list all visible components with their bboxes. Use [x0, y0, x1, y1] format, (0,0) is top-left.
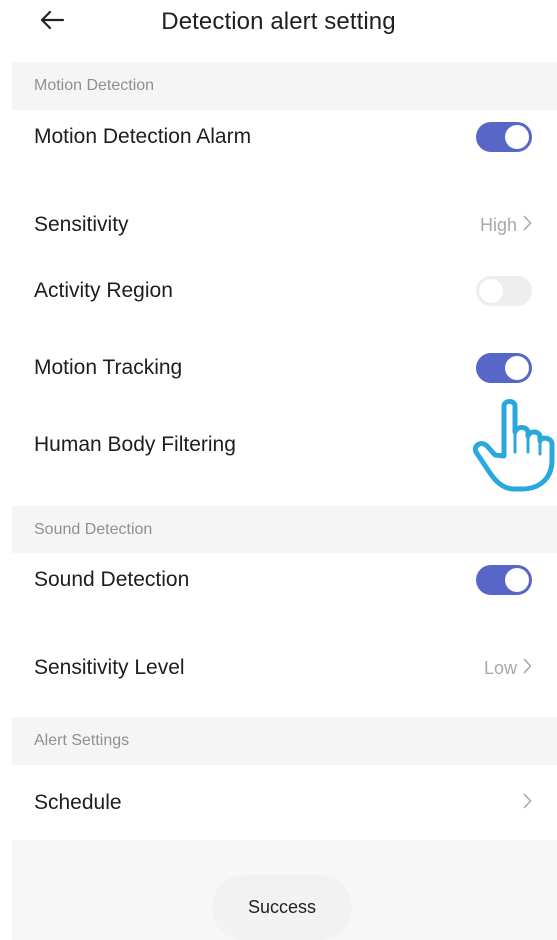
sensitivity-row[interactable]: Sensitivity High — [12, 198, 557, 252]
schedule-link[interactable] — [523, 793, 532, 814]
sound-detection-label: Sound Detection — [34, 568, 190, 591]
motion-detection-alarm-row: Motion Detection Alarm — [12, 110, 557, 164]
sound-detection-toggle[interactable] — [476, 565, 532, 595]
sensitivity-level-row[interactable]: Sensitivity Level Low — [12, 641, 557, 695]
header-bar: Detection alert setting — [0, 0, 557, 58]
activity-region-label: Activity Region — [34, 279, 173, 302]
activity-region-row: Activity Region — [12, 264, 557, 318]
page-title: Detection alert setting — [161, 8, 396, 35]
sensitivity-level-value-link[interactable]: Low — [484, 658, 532, 679]
sensitivity-value-link[interactable]: High — [480, 215, 532, 236]
activity-region-toggle[interactable] — [476, 276, 532, 306]
success-toast: Success — [212, 875, 352, 940]
schedule-row[interactable]: Schedule — [12, 776, 557, 830]
sensitivity-value: High — [479, 214, 517, 235]
chevron-right-icon — [523, 658, 532, 679]
human-body-filtering-label: Human Body Filtering — [34, 433, 236, 456]
toggle-knob — [505, 568, 529, 592]
section-header-sound-detection: Sound Detection — [12, 506, 557, 554]
sensitivity-level-label: Sensitivity Level — [34, 656, 185, 679]
schedule-label: Schedule — [34, 791, 122, 814]
motion-detection-alarm-label: Motion Detection Alarm — [34, 125, 252, 148]
toggle-knob — [479, 279, 503, 303]
chevron-right-icon — [523, 215, 532, 236]
motion-tracking-label: Motion Tracking — [34, 356, 183, 379]
motion-detection-alarm-toggle[interactable] — [476, 122, 532, 152]
chevron-right-icon — [523, 793, 532, 814]
hand-pointer-icon — [470, 392, 557, 497]
motion-tracking-row: Motion Tracking — [12, 341, 557, 395]
toggle-knob — [505, 356, 529, 380]
sensitivity-label: Sensitivity — [34, 213, 129, 236]
section-header-alert-settings: Alert Settings — [12, 717, 557, 765]
sensitivity-level-value: Low — [483, 657, 517, 678]
toggle-knob — [505, 125, 529, 149]
motion-tracking-toggle[interactable] — [476, 353, 532, 383]
sound-detection-row: Sound Detection — [12, 553, 557, 607]
section-header-motion-detection: Motion Detection — [12, 62, 557, 110]
